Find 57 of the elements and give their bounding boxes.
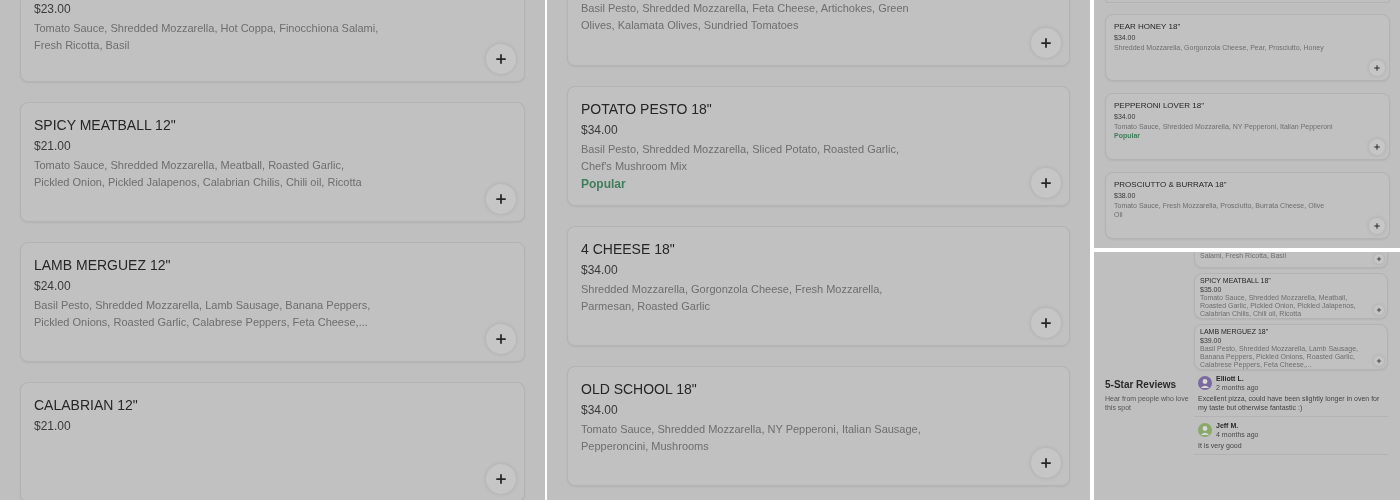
item-name: PEAR HONEY 18": [1114, 21, 1182, 33]
menu-card[interactable]: CALABRIAN 12" $21.00: [20, 382, 525, 500]
item-description: Shredded Mozzarella, Gorgonzola Cheese, Fresh Mozzarella, Parmesan, Roasted Garlic: [581, 282, 884, 314]
plus-icon: [494, 332, 508, 346]
item-name: POTATO PESTO 18": [581, 100, 713, 119]
item-name: LAMB MERGUEZ 12": [34, 256, 172, 275]
item-description: Tomato Sauce, Shredded Mozzarella, NY Pepperoni, Italian Sausage, Pepperoncini, Mushrooms: [581, 422, 922, 454]
item-name: CALABRIAN 12": [34, 396, 139, 415]
add-button[interactable]: [486, 184, 516, 214]
item-name: PEPPERONI LOVER 18": [1114, 100, 1205, 112]
reviews-heading: 5-Star Reviews: [1105, 379, 1178, 391]
plus-icon: [1373, 143, 1381, 151]
plus-icon: [1373, 222, 1381, 230]
add-button[interactable]: [1031, 28, 1061, 58]
menu-card[interactable]: $23.00 Tomato Sauce, Shredded Mozzarella, Hot Coppa, Finocchiona Salami, Fresh Ricotta, Basil: [20, 0, 525, 82]
menu-card[interactable]: SPICY MEATBALL 12" $21.00 Tomato Sauce, Shredded Mozzarella, Meatball, Roasted Garlic, Pickled Onion, Pickled Jalapenos, Calabrian Chilis, Chili oil, Ricotta: [20, 102, 525, 222]
item-description: Basil Pesto, Shredded Mozzarella, Sliced Potato, Roasted Garlic, Chef's Mushroom Mix: [581, 142, 900, 174]
plus-icon: [1376, 256, 1382, 262]
add-button[interactable]: [1374, 356, 1384, 366]
add-button[interactable]: [1031, 308, 1061, 338]
item-price: $21.00: [34, 418, 72, 435]
add-button[interactable]: [1374, 254, 1384, 264]
plus-icon: [1039, 36, 1053, 50]
menu-card[interactable]: LAMB MERGUEZ 12" $24.00 Basil Pesto, Shredded Mozzarella, Lamb Sausage, Banana Peppers, Pickled Onions, Roasted Garlic, Calabrese Peppers, Feta Cheese,...: [20, 242, 525, 362]
add-button[interactable]: [1374, 305, 1384, 315]
item-price: $34.00: [581, 122, 619, 139]
item-price: $34.00: [581, 262, 619, 279]
item-price: $23.00: [34, 1, 72, 18]
add-button[interactable]: [486, 464, 516, 494]
menu-card[interactable]: 4 CHEESE 18" $34.00 Shredded Mozzarella, Gorgonzola Cheese, Fresh Mozzarella, Parmesan, Roasted Garlic: [567, 226, 1070, 346]
add-button[interactable]: [486, 324, 516, 354]
add-button[interactable]: [1031, 448, 1061, 478]
item-description: Tomato Sauce, Shredded Mozzarella, Hot Coppa, Finocchiona Salami, Fresh Ricotta, Basil: [34, 21, 379, 53]
menu-card[interactable]: OLD SCHOOL 18" $34.00 Tomato Sauce, Shredded Mozzarella, NY Pepperoni, Italian Sausage, Pepperoncini, Mushrooms: [567, 366, 1070, 486]
item-name: PROSCIUTTO & BURRATA 18": [1114, 179, 1228, 191]
item-name: 4 CHEESE 18": [581, 240, 676, 259]
add-button[interactable]: [1031, 168, 1061, 198]
plus-icon: [494, 472, 508, 486]
plus-icon: [1373, 64, 1381, 72]
item-price: $34.00: [581, 402, 619, 419]
menu-card[interactable]: POTATO PESTO 18" $34.00 Basil Pesto, Shredded Mozzarella, Sliced Potato, Roasted Garlic, Chef's Mushroom Mix Popular: [567, 86, 1070, 206]
item-description: Basil Pesto, Shredded Mozzarella, Lamb Sausage, Banana Peppers, Pickled Onions, Roasted Garlic, Calabrese Peppers, Feta Cheese,...: [34, 298, 372, 330]
plus-icon: [494, 52, 508, 66]
add-button[interactable]: [486, 44, 516, 74]
plus-icon: [1039, 176, 1053, 190]
item-name: OLD SCHOOL 18": [581, 380, 698, 399]
popular-tag: Popular: [581, 175, 1031, 193]
plus-icon: [1376, 358, 1382, 364]
plus-icon: [1039, 316, 1053, 330]
item-description: Tomato Sauce, Shredded Mozzarella, Meatball, Roasted Garlic, Pickled Onion, Pickled Jalapenos, Calabrian Chilis, Chili oil, Ricotta: [34, 158, 363, 190]
item-price: $21.00: [34, 138, 72, 155]
item-description: Basil Pesto, Shredded Mozzarella, Feta Cheese, Artichokes, Green Olives, Kalamata Olives, Sundried Tomatoes: [581, 1, 910, 33]
item-price: $24.00: [34, 278, 72, 295]
plus-icon: [1376, 307, 1382, 313]
plus-icon: [1039, 456, 1053, 470]
plus-icon: [494, 192, 508, 206]
item-name: SPICY MEATBALL 12": [34, 116, 177, 135]
